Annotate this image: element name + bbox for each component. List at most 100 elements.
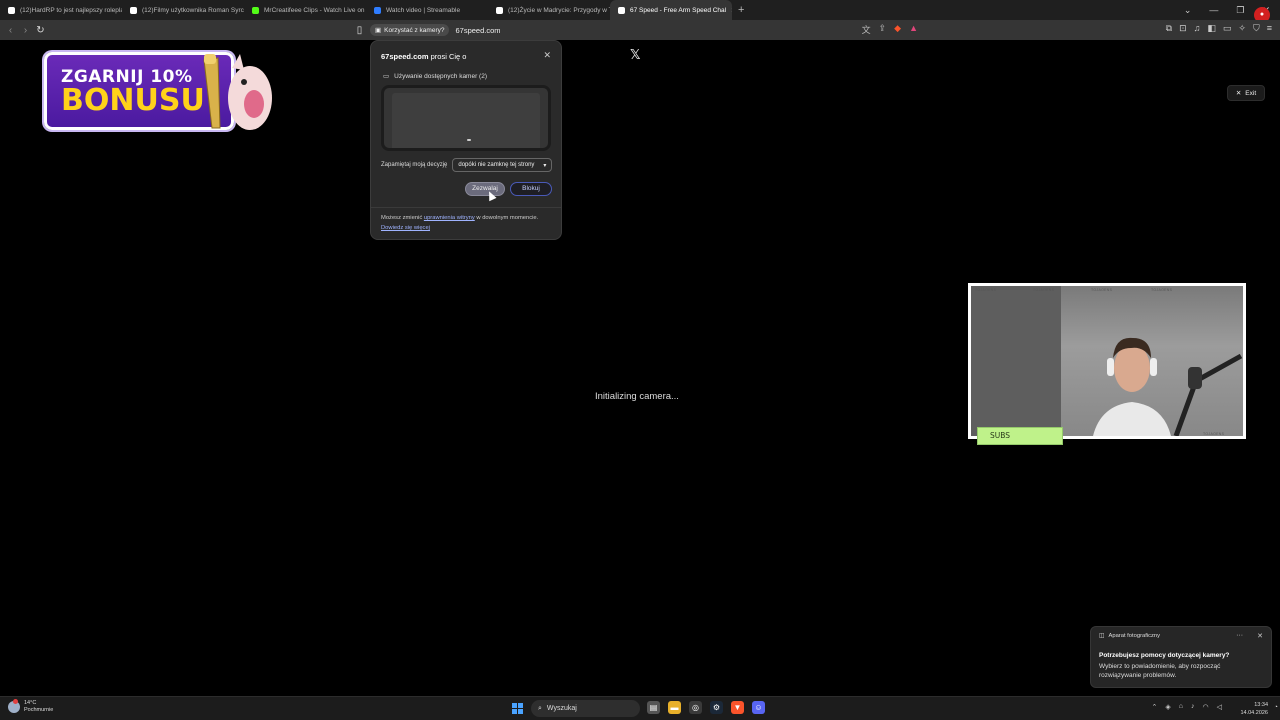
- close-icon: ✕: [1235, 90, 1242, 97]
- start-button-icon[interactable]: [512, 703, 523, 714]
- tab-1[interactable]: (12)HardRP to jest najlepszy roleplay: [0, 0, 122, 20]
- tab-4[interactable]: Watch video | Streamable: [366, 0, 488, 20]
- system-tray: ⌃ ◈ ⌂ ♪ ◠ ◁: [1152, 703, 1223, 711]
- bookmark-icon[interactable]: ▯: [352, 25, 367, 36]
- banner-line2: BONUSU: [61, 83, 205, 118]
- url-text: 67speed.com: [455, 25, 501, 35]
- tab-label: (12)Filmy użytkownika Roman Syrcin: [142, 6, 244, 14]
- leo-icon[interactable]: ✧: [1238, 23, 1246, 34]
- sidebar-icon[interactable]: ◧: [1207, 23, 1216, 34]
- tab-search-chevron-icon[interactable]: ⌄: [1184, 5, 1192, 16]
- brave-shields-icon[interactable]: ◆: [894, 23, 901, 36]
- notification-body: Wybierz to powiadomienie, aby rozpocząć …: [1099, 663, 1221, 679]
- webcam-overlay: TOJAOENS TOJAOENS TOJAOENS TOJAOENS TOJA…: [968, 283, 1246, 439]
- camera-request-row: ▭ Używanie dostępnych kamer (2): [383, 72, 488, 81]
- kick-icon: [252, 6, 259, 14]
- weather-widget[interactable]: 14°C Pochmurnie: [8, 699, 54, 714]
- menu-icon[interactable]: ≡: [1267, 23, 1272, 34]
- video-camera-icon: ▭: [383, 73, 390, 80]
- media-icon[interactable]: ♫: [1194, 23, 1201, 34]
- new-tab-button[interactable]: +: [732, 4, 750, 16]
- extension-icon[interactable]: ⧉: [1166, 23, 1172, 34]
- weather-icon: [8, 699, 20, 713]
- network-icon[interactable]: ⌂: [1179, 703, 1183, 711]
- x-logo-icon: 𝕏: [630, 47, 641, 62]
- tiktok-icon: [8, 6, 15, 14]
- wallet-icon[interactable]: ▭: [1223, 23, 1232, 34]
- tab-6[interactable]: 67 Speed - Free Arm Speed Chal×: [610, 0, 732, 20]
- browser-toolbar: ‹ › ↻ ▯ ▣ Korzystać z kamery? 67speed.co…: [0, 20, 1280, 40]
- camera-permission-popup: 67speed.com prosi Cię o ✕ ▭ Używanie dos…: [370, 40, 562, 240]
- remember-decision-row: Zapamiętaj moją decyzję dopóki nie zamkn…: [381, 158, 553, 172]
- camera-help-notification[interactable]: ◫ Aparat fotograficzny ··· ✕ Potrzebujes…: [1090, 626, 1272, 688]
- status-text: Initializing camera...: [595, 391, 679, 402]
- taskbar: 14°C Pochmurnie ⌕ Wyszukaj ▤ ▬ ◎ ⚙ ▼ ☺ ⌃…: [0, 696, 1280, 720]
- popup-close-icon[interactable]: ✕: [543, 50, 551, 61]
- discord-icon[interactable]: ☺: [752, 701, 765, 714]
- divider: [371, 207, 561, 208]
- tab-label: 67 Speed - Free Arm Speed Chal: [630, 6, 727, 14]
- tiktok-icon: [496, 6, 503, 14]
- popup-footer: Możesz zmienić uprawnienia witryny w dow…: [381, 215, 539, 231]
- watermark: TOJAOENS: [975, 288, 997, 292]
- vpn-icon[interactable]: ⛉: [1253, 23, 1260, 34]
- tab-5[interactable]: (12)Życie w Madrycie: Przygody w Tr: [488, 0, 610, 20]
- translate-icon[interactable]: 文: [862, 23, 871, 36]
- shark-mascot-icon: [203, 54, 272, 130]
- address-bar[interactable]: ▣ Korzystać z kamery? 67speed.com 文 ⇪ ◆ …: [370, 22, 930, 38]
- screenshot-icon[interactable]: ⊡: [1179, 23, 1187, 34]
- tab-label: (12)Życie w Madrycie: Przygody w Tr: [508, 6, 610, 14]
- wifi-icon[interactable]: ◠: [1203, 703, 1209, 711]
- camera-icon: ▣: [375, 27, 382, 34]
- brave-browser-icon[interactable]: ▼: [731, 701, 744, 714]
- remember-duration-select[interactable]: dopóki nie zamknę tej strony ▾: [452, 158, 553, 172]
- toolbar-extensions: ⧉ ⊡ ♫ ◧ ▭ ✧ ⛉ ≡: [1166, 23, 1272, 34]
- notification-header: ◫ Aparat fotograficzny: [1099, 633, 1161, 639]
- tab-strip: (12)HardRP to jest najlepszy roleplay (12…: [0, 0, 1280, 20]
- popup-title: 67speed.com prosi Cię o: [381, 52, 467, 61]
- microphone-arm-icon: [1173, 353, 1243, 436]
- learn-more-link[interactable]: Dowiedz się więcej: [381, 225, 430, 231]
- notification-title: Potrzebujesz pomocy dotyczącej kamery?: [1099, 652, 1230, 659]
- clock[interactable]: 13:34 14.04.2026: [1240, 701, 1268, 717]
- brave-rewards-icon[interactable]: ▲: [909, 23, 918, 36]
- camera-permission-chip[interactable]: ▣ Korzystać z kamery?: [370, 24, 450, 36]
- tab-2[interactable]: (12)Filmy użytkownika Roman Syrcin: [122, 0, 244, 20]
- site-settings-link[interactable]: uprawnienia witryny: [424, 215, 475, 221]
- taskbar-search[interactable]: ⌕ Wyszukaj: [531, 700, 640, 717]
- volume-icon[interactable]: ◁: [1217, 703, 1222, 711]
- tab-3[interactable]: MrCreatifeee Clips - Watch Live on K: [244, 0, 366, 20]
- more-options-icon[interactable]: ···: [1236, 632, 1243, 640]
- 67-icon: [618, 6, 625, 14]
- tab-label: Watch video | Streamable: [386, 6, 461, 14]
- notification-close-icon[interactable]: ✕: [1257, 632, 1263, 640]
- back-icon[interactable]: ‹: [3, 25, 18, 36]
- file-explorer-icon[interactable]: ▬: [668, 701, 681, 714]
- minimize-icon[interactable]: —: [1209, 5, 1218, 15]
- reload-icon[interactable]: ↻: [33, 25, 48, 36]
- forward-icon[interactable]: ›: [18, 25, 33, 36]
- tray-app-icon[interactable]: ◈: [1165, 703, 1170, 711]
- dropdown-arrow-icon: ▾: [543, 162, 547, 169]
- temperature: 14°C: [24, 700, 37, 706]
- task-view-icon[interactable]: ▤: [647, 701, 660, 714]
- share-icon[interactable]: ⇪: [879, 23, 887, 36]
- tab-label: (12)HardRP to jest najlepszy roleplay: [20, 6, 122, 14]
- tiktok-icon: [130, 6, 137, 14]
- obs-icon[interactable]: ◎: [689, 701, 702, 714]
- tab-label: MrCreatifeee Clips - Watch Live on K: [264, 6, 366, 14]
- exit-button[interactable]: ✕ Exit: [1227, 85, 1265, 101]
- steam-icon[interactable]: ⚙: [710, 701, 723, 714]
- streamer-person-icon: [1093, 337, 1171, 436]
- weather-condition: Pochmurnie: [24, 707, 54, 713]
- subs-label: SUBS: [977, 427, 1063, 445]
- search-icon: ⌕: [538, 704, 542, 712]
- block-button[interactable]: Blokuj: [510, 182, 552, 196]
- camera-app-icon: ◫: [1099, 633, 1105, 639]
- microphone-icon[interactable]: ♪: [1191, 703, 1195, 711]
- camera-preview: [381, 85, 551, 151]
- tray-chevron-icon[interactable]: ⌃: [1152, 703, 1158, 711]
- streamable-icon: [374, 6, 381, 14]
- notification-bell-icon[interactable]: ◔: [1274, 704, 1278, 711]
- restore-icon[interactable]: ❐: [1236, 5, 1244, 16]
